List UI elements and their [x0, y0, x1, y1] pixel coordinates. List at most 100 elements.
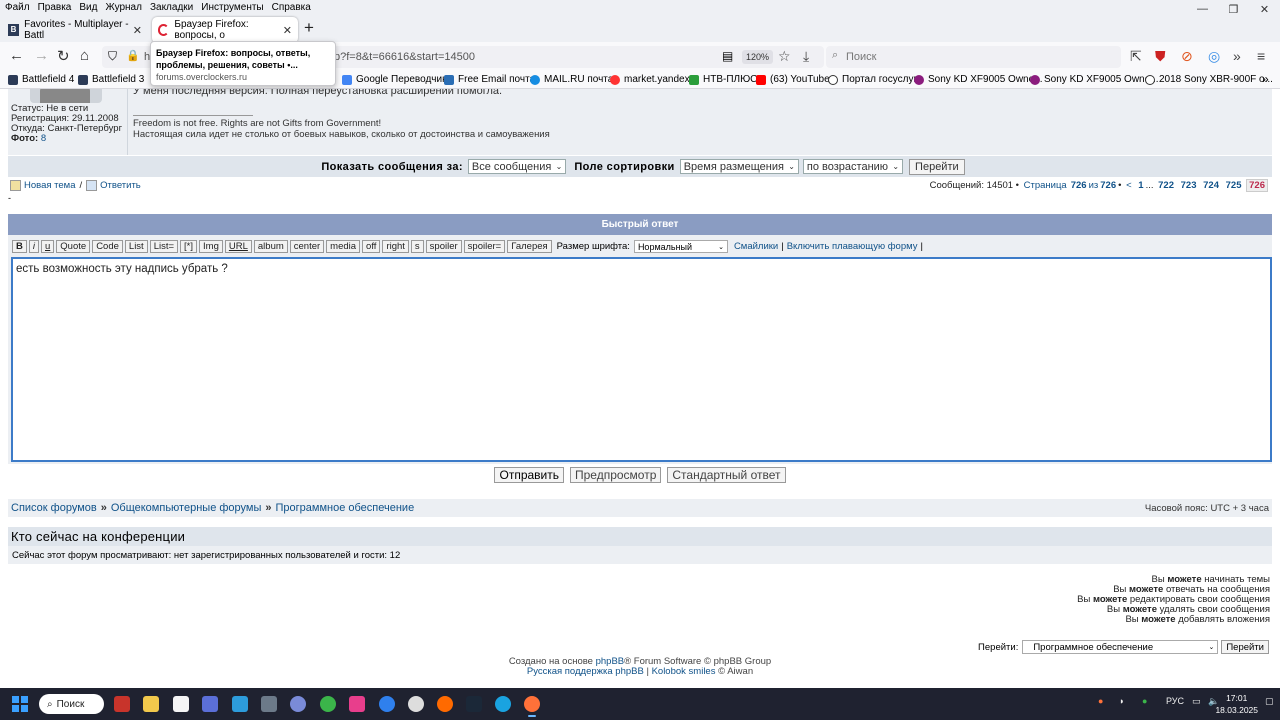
bookmark-battlefield-3[interactable]: Battlefield 3: [78, 74, 144, 85]
bbcode-underline-button[interactable]: u: [41, 240, 55, 253]
ublock-icon[interactable]: ⛊: [1155, 48, 1166, 65]
aimp-icon[interactable]: [437, 696, 453, 712]
utorrent-icon[interactable]: [320, 696, 336, 712]
bbcode-center-button[interactable]: center: [289, 240, 325, 253]
page-link[interactable]: 1: [1138, 180, 1143, 191]
bbcode-list-button[interactable]: List: [124, 240, 148, 253]
bookmark-ntv-plus[interactable]: НТВ-ПЛЮС: [689, 74, 757, 85]
file-explorer-icon[interactable]: [143, 696, 159, 712]
steam-icon[interactable]: [466, 696, 482, 712]
app-icon[interactable]: [349, 696, 365, 712]
back-icon[interactable]: ←: [9, 47, 24, 64]
bbcode-media-button[interactable]: media: [326, 240, 361, 253]
reader-view-icon[interactable]: ▤: [722, 49, 733, 63]
reload-icon[interactable]: ↻: [57, 47, 70, 65]
bookmark-battlefield-4[interactable]: Battlefield 4: [8, 74, 74, 85]
new-topic-link[interactable]: Новая тема: [24, 180, 76, 191]
preview-button[interactable]: Предпросмотр: [570, 467, 662, 483]
taskbar-search[interactable]: ⌕ Поиск: [39, 694, 104, 714]
addon-icon[interactable]: ◎: [1208, 48, 1220, 65]
system-clock[interactable]: 17:01 18.03.2025: [1215, 692, 1258, 716]
breadcrumb-forum-index[interactable]: Список форумов: [11, 502, 97, 514]
lock-icon[interactable]: 🔒: [126, 49, 140, 62]
kolobok-link[interactable]: Kolobok smiles: [652, 666, 716, 677]
app-icon[interactable]: [408, 696, 424, 712]
close-tab-icon[interactable]: ✕: [283, 24, 292, 37]
bookmark-sony-1[interactable]: Sony KD XF9005 Owne...: [914, 74, 1043, 85]
steam-tray-icon[interactable]: ◗: [1119, 696, 1124, 706]
new-tab-icon[interactable]: +: [304, 18, 314, 38]
bbcode-list-ordered-button[interactable]: List=: [149, 240, 179, 253]
bookmark-market-yandex[interactable]: market.yandex: [610, 74, 690, 85]
submit-button[interactable]: Отправить: [494, 467, 564, 483]
notepad-icon[interactable]: [173, 696, 189, 712]
page-jump-link[interactable]: Страница: [1024, 180, 1067, 191]
tab-firefox-forum[interactable]: Браузер Firefox: вопросы, о ✕: [152, 17, 298, 43]
font-size-select[interactable]: Нормальный ⌄: [633, 240, 728, 253]
bbcode-italic-button[interactable]: i: [28, 240, 39, 253]
page-link[interactable]: 725: [1226, 180, 1242, 191]
tray-icon[interactable]: ●: [1142, 696, 1147, 706]
close-tab-icon[interactable]: ✕: [133, 24, 142, 37]
app-icon[interactable]: [232, 696, 248, 712]
blocker-icon[interactable]: ⊘: [1181, 48, 1193, 65]
bookmark-youtube[interactable]: (63) YouTube: [756, 74, 830, 85]
menu-edit[interactable]: Правка: [35, 2, 75, 13]
forward-icon[interactable]: →: [34, 47, 49, 64]
bookmark-google-translate[interactable]: Google Переводчик: [342, 74, 446, 85]
breadcrumb-software[interactable]: Программное обеспечение: [276, 502, 415, 514]
bbcode-off-button[interactable]: off: [362, 240, 381, 253]
menu-history[interactable]: Журнал: [102, 2, 145, 13]
bbcode-right-button[interactable]: right: [382, 240, 409, 253]
full-editor-button[interactable]: Стандартный ответ: [667, 467, 786, 483]
app-icon[interactable]: [379, 696, 395, 712]
profile-photo-link[interactable]: 8: [41, 133, 46, 144]
zoom-level[interactable]: 120%: [742, 50, 774, 64]
tray-icon[interactable]: ●: [1098, 696, 1103, 706]
show-posts-select[interactable]: Все сообщения ⌄: [467, 159, 567, 174]
qbittorrent-icon[interactable]: [290, 696, 306, 712]
bookmark-free-email[interactable]: Free Email почта: [444, 74, 535, 85]
bookmark-sony-xbr[interactable]: 2018 Sony XBR-900F o...: [1145, 74, 1273, 85]
menu-file[interactable]: Файл: [2, 2, 33, 13]
menu-tools[interactable]: Инструменты: [198, 2, 266, 13]
message-textarea[interactable]: есть возможность эту надпись убрать ?: [11, 257, 1272, 462]
bbcode-spoiler-button[interactable]: spoiler: [425, 240, 462, 253]
bbcode-url-button[interactable]: URL: [224, 240, 252, 253]
reply-link[interactable]: Ответить: [100, 180, 141, 191]
edge-icon[interactable]: [495, 696, 511, 712]
bbcode-spoiler-titled-button[interactable]: spoiler=: [463, 240, 506, 253]
home-icon[interactable]: ⌂: [80, 47, 89, 64]
bbcode-bold-button[interactable]: B: [12, 240, 27, 253]
bookmark-sony-2[interactable]: Sony KD XF9005 Owne...: [1030, 74, 1159, 85]
bbcode-gallery-button[interactable]: Галерея: [507, 240, 552, 253]
page-link[interactable]: 722: [1158, 180, 1174, 191]
bookmark-mailru[interactable]: MAIL.RU почта: [530, 74, 613, 85]
prev-page-link[interactable]: <: [1126, 180, 1132, 191]
bbcode-img-button[interactable]: Img: [199, 240, 223, 253]
jump-forum-select[interactable]: Программное обеспечение ⌄: [1022, 640, 1219, 654]
extensions-icon[interactable]: ⇱: [1130, 48, 1142, 65]
firefox-icon[interactable]: [524, 696, 540, 717]
menu-help[interactable]: Справка: [269, 2, 314, 13]
bbcode-list-item-button[interactable]: [*]: [180, 240, 198, 253]
shield-icon[interactable]: ⛉: [108, 49, 117, 64]
language-indicator[interactable]: РУС: [1166, 696, 1184, 706]
hamburger-menu-icon[interactable]: ≡: [1257, 48, 1265, 64]
network-icon[interactable]: ▭: [1192, 696, 1201, 707]
download-icon[interactable]: ⤓: [803, 48, 809, 65]
phpbb-russia-link[interactable]: Русская поддержка phpBB: [527, 666, 644, 677]
bookmarks-overflow-icon[interactable]: »: [1262, 72, 1269, 86]
notifications-icon[interactable]: ▢: [1265, 696, 1274, 707]
sort-order-select[interactable]: по возрастанию ⌄: [802, 159, 904, 174]
app-icon[interactable]: [114, 696, 130, 712]
menu-bookmarks[interactable]: Закладки: [147, 2, 196, 13]
jump-go-button[interactable]: Перейти: [1221, 640, 1269, 654]
bbcode-album-button[interactable]: album: [253, 240, 288, 253]
page-link[interactable]: 723: [1181, 180, 1197, 191]
bbcode-strike-button[interactable]: s: [410, 240, 424, 253]
menu-view[interactable]: Вид: [76, 2, 100, 13]
page-link[interactable]: 724: [1203, 180, 1219, 191]
overflow-menu-icon[interactable]: »: [1233, 48, 1241, 64]
sort-field-select[interactable]: Время размещения ⌄: [679, 159, 799, 174]
